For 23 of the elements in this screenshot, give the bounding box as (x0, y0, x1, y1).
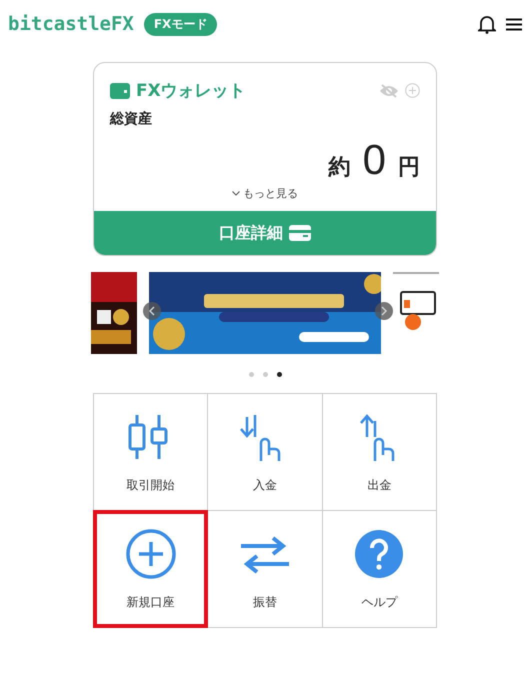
currency-label: 円 (398, 154, 420, 182)
menu-icon[interactable] (506, 18, 522, 30)
wallet-icon (110, 82, 130, 98)
bell-icon[interactable] (478, 14, 496, 34)
approx-label: 約 (328, 154, 351, 182)
plus-circle-icon (124, 528, 177, 580)
logo: bitcastleFX (8, 13, 134, 35)
menu-tile[interactable]: ヘルプ (322, 511, 437, 628)
show-more-link[interactable]: もっと見る (243, 186, 298, 201)
help-icon (353, 528, 406, 580)
chevron-down-icon[interactable] (232, 191, 240, 196)
carousel-dot[interactable] (262, 372, 268, 377)
card-icon (289, 225, 311, 241)
menu-tile[interactable]: 入金 (208, 394, 323, 511)
total-assets-label: 総資産 (110, 110, 153, 128)
menu-tile[interactable]: 出金 (322, 394, 437, 511)
wallet-title: FXウォレット (136, 80, 246, 102)
menu-tile[interactable]: 新規口座 (93, 510, 208, 628)
menu-tile[interactable]: 振替 (208, 511, 323, 628)
balance-amount: 0 (362, 136, 386, 184)
carousel-dot[interactable] (248, 372, 254, 377)
mode-badge: FXモード (144, 12, 218, 36)
carousel-dot[interactable] (276, 372, 282, 377)
